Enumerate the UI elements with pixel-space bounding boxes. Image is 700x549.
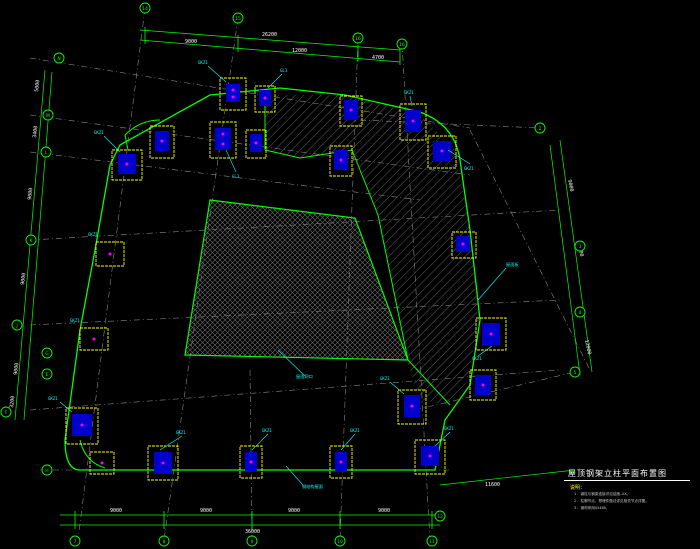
notes-heading: 说明： xyxy=(570,485,586,491)
crosshatched-opening xyxy=(184,199,409,361)
dim-right-3: 12000 xyxy=(583,339,592,355)
dim-bottom-4: 9000 xyxy=(378,508,390,514)
note-3: 3. 钢材采用Q345B。 xyxy=(574,506,610,510)
grid-label-11: 11 xyxy=(429,539,435,545)
title-block: 屋顶钢架立柱平面布置图 说明： 1. 钢柱与钢梁连接详见结施—XX。 2. 柱脚… xyxy=(560,466,692,516)
dim-bottom-2: 9000 xyxy=(200,508,212,514)
grid-label-9: 9 xyxy=(251,539,254,545)
grid-label-4: 4 xyxy=(579,310,582,316)
tag-gkz1: GKZ1 xyxy=(94,130,104,135)
dim-top-3: 4700 xyxy=(372,55,384,61)
column-gkz1 xyxy=(149,125,175,159)
column-gkz1 xyxy=(147,445,179,481)
dim-top-1: 9000 xyxy=(185,39,197,45)
grid-label-f: F xyxy=(5,410,8,416)
grid-label-n: N xyxy=(57,56,60,62)
dim-bottom-right: 11600 xyxy=(485,482,500,488)
grid-label-7: 7 xyxy=(74,539,77,545)
grid-label-3: 3 xyxy=(579,244,582,250)
tag-gkz1: GKZ1 xyxy=(404,90,414,95)
dim-top-overall: 26200 xyxy=(262,32,277,38)
grid-label-12: 12 xyxy=(437,514,443,520)
column-gkz1 xyxy=(79,327,109,351)
column-gkz1 xyxy=(469,369,497,401)
grid-label-15: 15 xyxy=(235,16,241,22)
note-1: 1. 钢柱与钢梁连接详见结施—XX。 xyxy=(574,492,631,496)
dim-bottom-3: 9000 xyxy=(288,508,300,514)
tag-gkz1: GKZ1 xyxy=(70,318,80,323)
column-gkz1 xyxy=(329,445,353,479)
dim-bottom-1: 9000 xyxy=(110,508,122,514)
grid-label-e: E xyxy=(46,372,49,378)
tag-gkz1: GKZ1 xyxy=(444,426,454,431)
tag-gkz1: GKZ1 xyxy=(262,428,272,433)
grid-label-h: H xyxy=(45,468,48,474)
dim-right-1: 9000 xyxy=(566,179,574,192)
tag-gkz1: GKZ1 xyxy=(464,166,474,171)
grid-label-10: 10 xyxy=(337,539,343,545)
column-gkz1 xyxy=(475,317,507,351)
grid-label-2: 2 xyxy=(539,126,542,132)
tag-gkz1: GKZ1 xyxy=(198,60,208,65)
column-gkz1 xyxy=(65,407,99,445)
drawing-title: 屋顶钢架立柱平面布置图 xyxy=(568,469,667,478)
tag-gkz1: GKZ1 xyxy=(176,430,186,435)
grid-label-g: G xyxy=(45,351,49,357)
note-2: 2. 柱脚节点、预埋件做法详见相关节点详图。 xyxy=(574,499,649,503)
grid-label-8: 8 xyxy=(163,539,166,545)
grid-label-m: M xyxy=(46,113,50,119)
grid-label-16: 16 xyxy=(355,36,361,42)
tag-gkz1: GKZ1 xyxy=(350,428,360,433)
dim-left-2: 3400 xyxy=(32,126,39,139)
dim-left-4: 9000 xyxy=(20,273,27,286)
tag-gkz1: GKZ1 xyxy=(48,396,58,401)
tag-gl1: GL1 xyxy=(280,68,288,73)
dim-left-6: 3200 xyxy=(9,396,16,409)
dim-left-1: 5000 xyxy=(34,80,41,93)
tag-gkz1: GKZ1 xyxy=(88,232,98,237)
dim-left-5: 9000 xyxy=(13,363,20,376)
callout-hatch: 屋面板 xyxy=(506,261,519,268)
grid-label-16b: 16 xyxy=(399,42,405,48)
tag-gkz1: GKZ1 xyxy=(380,376,390,381)
callout-note: 钢结构屋面 xyxy=(302,483,323,490)
tag-gkz1: GKZ1 xyxy=(472,356,482,361)
callout-void: 屋面洞口 xyxy=(296,373,313,380)
grid-label-j: J xyxy=(15,323,17,329)
dim-bottom-overall: 36000 xyxy=(245,529,260,535)
title-underline xyxy=(564,480,690,481)
grid-label-5: 5 xyxy=(574,370,577,376)
column-gkz1 xyxy=(95,241,125,267)
dim-top-2: 12000 xyxy=(292,48,307,54)
tag-gl1: GL1 xyxy=(232,174,240,179)
dim-left-3: 9000 xyxy=(27,188,34,201)
grid-label-14: 14 xyxy=(142,6,148,12)
column-gkz1 xyxy=(245,129,267,159)
